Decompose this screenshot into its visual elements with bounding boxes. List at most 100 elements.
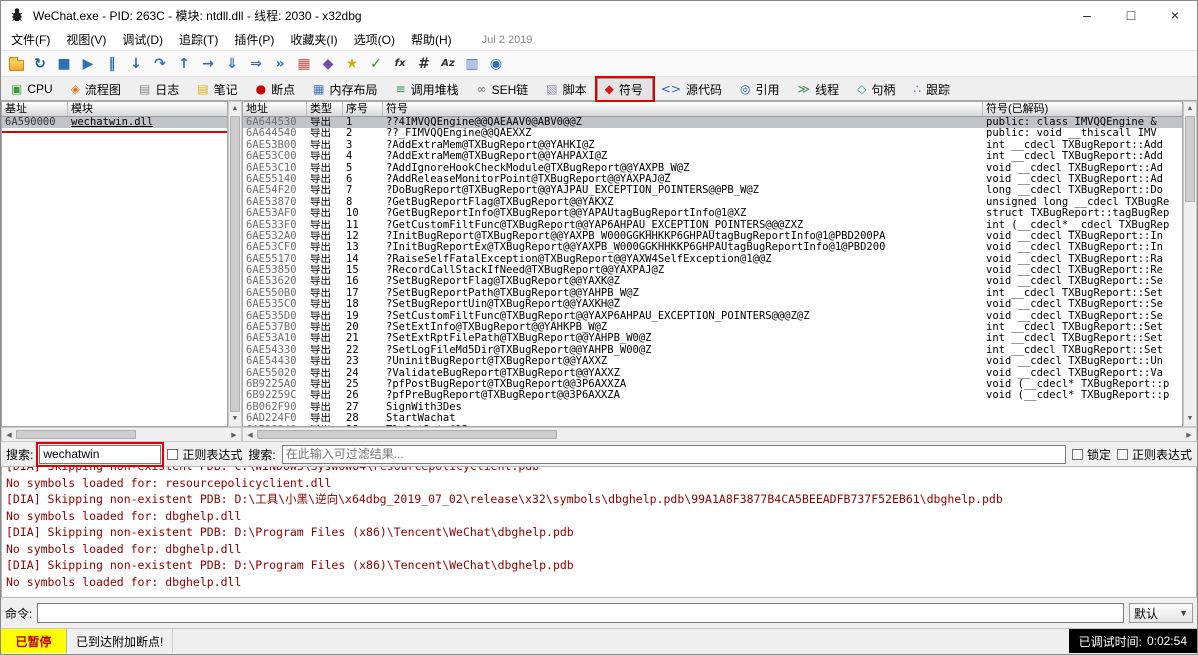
module-list-hscrollbar[interactable]: ◀ ▶ (1, 427, 242, 442)
symbol-row[interactable]: 6AE535D0导出19?SetCustomFiltFunc@TXBugRepo… (243, 311, 1182, 322)
symbol-log[interactable]: [DIA] Skipping non-existent PDB: C:\WIND… (1, 466, 1197, 598)
symbol-row[interactable]: 6AE535C0导出18?SetBugReportUin@TXBugReport… (243, 299, 1182, 310)
tab-call-stack[interactable]: ≡调用堆栈 (388, 78, 469, 100)
menu-file[interactable]: 文件(F) (3, 29, 58, 50)
menu-plugins[interactable]: 插件(P) (226, 29, 282, 50)
symbol-row[interactable]: 6A644530导出1??4IMVQQEngine@@QAEAAV0@ABV0@… (243, 117, 1182, 128)
symbol-row[interactable]: 6AD224F0导出28StartWachat (243, 413, 1182, 424)
tab-threads[interactable]: ≫线程 (790, 78, 850, 100)
trace-over-button[interactable]: ⇒ (244, 53, 268, 75)
animate-button[interactable]: » (268, 53, 292, 75)
symbol-row[interactable]: 6AE53B00导出3?AddExtraMem@TXBugReport@@YAH… (243, 140, 1182, 151)
scroll-up-icon[interactable]: ▲ (1187, 102, 1194, 116)
menu-help[interactable]: 帮助(H) (403, 29, 460, 50)
comments-button[interactable]: ◆ (316, 53, 340, 75)
command-input[interactable] (37, 603, 1124, 623)
symbol-row[interactable]: 6AE53C00导出4?AddExtraMem@TXBugReport@@YAH… (243, 151, 1182, 162)
stop-button[interactable]: ■ (52, 53, 76, 75)
symbol-row[interactable]: 6AE53850导出15?RecordCallStackIfNeed@TXBug… (243, 265, 1182, 276)
symbol-row[interactable]: 6AE53A10导出21?SetExtRptFilePath@TXBugRepo… (243, 333, 1182, 344)
step-over-button[interactable]: ↷ (148, 53, 172, 75)
tab-cpu[interactable]: ▣CPU (3, 78, 63, 100)
patches-button[interactable]: ▦ (292, 53, 316, 75)
trace-into-button[interactable]: ⇓ (220, 53, 244, 75)
symbol-regex-option[interactable]: 正则表达式 (1117, 446, 1192, 463)
run-to-user-code-button[interactable]: → (196, 53, 220, 75)
symbol-regex-checkbox[interactable] (1117, 449, 1128, 460)
symbol-row[interactable]: 6AE53CF0导出13?InitBugReportEx@TXBugReport… (243, 242, 1182, 253)
tab-breakpoints[interactable]: ●断点 (248, 78, 306, 100)
module-header-base[interactable]: 基址 (2, 102, 68, 116)
az-button[interactable]: Az (436, 53, 460, 75)
tab-log[interactable]: ▤日志 (131, 78, 189, 100)
menu-favourites[interactable]: 收藏夹(I) (282, 29, 345, 50)
symbol-row[interactable]: 6AE53620导出16?SetBugReportFlag@TXBugRepor… (243, 276, 1182, 287)
restart-button[interactable]: ↻ (28, 53, 52, 75)
scroll-up-icon[interactable]: ▲ (232, 102, 239, 116)
symbol-row[interactable]: 6AE54F20导出7?DoBugReport@TXBugReport@@YAJ… (243, 185, 1182, 196)
symbol-row[interactable]: 6AE38240导出29TlsGetData@12 (243, 425, 1182, 426)
close-button[interactable]: × (1153, 1, 1197, 29)
scroll-thumb[interactable] (230, 116, 240, 412)
check-button[interactable]: ✓ (364, 53, 388, 75)
symbol-row[interactable]: 6AE54330导出22?SetLogFileMd5Dir@TXBugRepor… (243, 345, 1182, 356)
symbol-row[interactable]: 6AE55140导出6?AddReleaseMonitorPoint@TXBug… (243, 174, 1182, 185)
symbol-header-address[interactable]: 地址 (243, 102, 307, 116)
symbol-row[interactable]: 6A644540导出2??_FIMVQQEngine@@QAEXXZpublic… (243, 128, 1182, 139)
symbol-header-demangled[interactable]: 符号(已解码) (983, 102, 1182, 116)
memory-layout-button[interactable]: ▥ (460, 53, 484, 75)
lock-option[interactable]: 锁定 (1072, 446, 1111, 463)
module-row[interactable]: 6A590000wechatwin.dll (2, 117, 227, 128)
module-regex-checkbox[interactable] (167, 449, 178, 460)
pause-button[interactable]: ‖ (100, 53, 124, 75)
symbol-header-ordinal[interactable]: 序号 (343, 102, 383, 116)
scroll-down-icon[interactable]: ▼ (232, 412, 239, 426)
symbol-row[interactable]: 6AE53870导出8?GetBugReportFlag@TXBugReport… (243, 197, 1182, 208)
symbol-header-symbol[interactable]: 符号 (383, 102, 983, 116)
menu-options[interactable]: 选项(O) (346, 29, 403, 50)
tab-seh[interactable]: ∞SEH链 (469, 78, 539, 100)
menu-view[interactable]: 视图(V) (58, 29, 114, 50)
symbol-header-type[interactable]: 类型 (307, 102, 343, 116)
symbol-row[interactable]: 6AE53C10导出5?AddIgnoreHookCheckModule@TXB… (243, 163, 1182, 174)
step-into-button[interactable]: ↓ (124, 53, 148, 75)
menu-debug[interactable]: 调试(D) (114, 29, 171, 50)
open-file-button[interactable] (4, 53, 28, 75)
symbol-search-input[interactable] (282, 445, 1066, 464)
scroll-left-icon[interactable]: ◀ (2, 431, 16, 439)
symbol-row[interactable]: 6AE533F0导出11?GetCustomFiltFunc@TXBugRepo… (243, 220, 1182, 231)
module-list-vscrollbar[interactable]: ▲ ▼ (228, 101, 242, 427)
tab-references[interactable]: ◎引用 (732, 78, 790, 100)
tab-notes[interactable]: ▤笔记 (189, 78, 247, 100)
tab-handles[interactable]: ◇句柄 (849, 78, 905, 100)
tab-script[interactable]: ▧脚本 (538, 78, 596, 100)
tab-source[interactable]: <>源代码 (653, 78, 732, 100)
symbol-row[interactable]: 6AE53AF0导出10?GetBugReportInfo@TXBugRepor… (243, 208, 1182, 219)
execute-till-return-button[interactable]: ↑ (172, 53, 196, 75)
symbol-row[interactable]: 6B9225A0导出25?pfPostBugReport@TXBugReport… (243, 379, 1182, 390)
symbol-row[interactable]: 6AE55020导出24?ValidateBugReport@TXBugRepo… (243, 368, 1182, 379)
maximize-button[interactable]: □ (1109, 1, 1153, 29)
symbol-table-vscrollbar[interactable]: ▲ ▼ (1183, 101, 1197, 427)
symbol-row[interactable]: 6AE55170导出14?RaiseSelfFatalException@TXB… (243, 254, 1182, 265)
globe-button[interactable]: ◉ (484, 53, 508, 75)
scroll-thumb[interactable] (1185, 116, 1195, 202)
symbol-table-hscrollbar[interactable]: ◀ ▶ (242, 427, 1197, 442)
run-button[interactable]: ▶ (76, 53, 100, 75)
symbol-row[interactable]: 6AE54430导出23?UninitBugReport@TXBugReport… (243, 356, 1182, 367)
command-profile-dropdown[interactable]: 默认 ▼ (1129, 603, 1193, 623)
scroll-thumb[interactable] (16, 430, 136, 439)
tab-symbols[interactable]: ◆符号 (597, 78, 653, 100)
scroll-right-icon[interactable]: ▶ (1182, 431, 1196, 439)
tab-trace[interactable]: ∴跟踪 (905, 78, 960, 100)
tab-graph[interactable]: ◈流程图 (63, 78, 131, 100)
symbol-row[interactable]: 6B92259C导出26?pfPreBugReport@TXBugReport@… (243, 390, 1182, 401)
minimize-button[interactable]: – (1065, 1, 1109, 29)
bookmarks-button[interactable]: ★ (340, 53, 364, 75)
fx-button[interactable]: fx (388, 53, 412, 75)
scroll-down-icon[interactable]: ▼ (1187, 412, 1194, 426)
scroll-left-icon[interactable]: ◀ (243, 431, 257, 439)
symbol-row[interactable]: 6B062F90导出27SignWith3Des (243, 402, 1182, 413)
module-regex-option[interactable]: 正则表达式 (167, 446, 242, 463)
module-search-input[interactable] (39, 445, 161, 464)
